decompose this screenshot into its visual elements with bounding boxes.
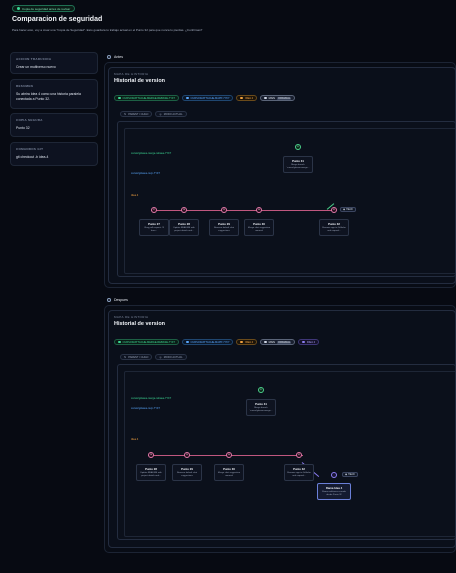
branch-chips: CURSOR/ATTACHE-MERGE-REBASE-7YF7 CURSOR/… xyxy=(114,95,296,101)
branch-chip[interactable]: IDEA 4 xyxy=(236,95,258,101)
branch-dot-icon xyxy=(118,340,121,344)
commit-node-32[interactable]: 32 xyxy=(331,207,337,213)
graph-frame xyxy=(124,128,455,274)
branch-chip[interactable]: CURSOR/ATTACHE-MERGE-REBASE-7YF7 xyxy=(114,339,180,345)
main-branch-line xyxy=(151,210,336,211)
sidebar-card-header: COPIA SEGURA xyxy=(16,118,43,122)
branch-label-idea: Idea 4 xyxy=(131,438,139,441)
commit-card-31[interactable]: Punto 31 Merge branch 'cursor/gitsave-me… xyxy=(283,156,313,173)
commit-node-28[interactable]: 28 xyxy=(148,452,154,458)
commit-card-29[interactable]: Punto 29 Remove default shot suggestions xyxy=(209,219,239,236)
branch-label-mvp: cursor/gitsave-mvp-7YF7 xyxy=(131,172,160,175)
sidebar-card-header: COMANDOS GIT xyxy=(16,147,44,151)
after-label: Despues xyxy=(107,298,128,302)
sidebar-card-git: COMANDOS GIT git checkout -b idea-4 xyxy=(10,142,98,166)
commit-card-27[interactable]: Punto 27 Okay pull request #3 from... xyxy=(139,219,169,236)
map-header: MAPA DE HISTORIA xyxy=(114,315,149,319)
branch-dot-icon xyxy=(302,340,305,344)
commit-node-31[interactable]: 31 xyxy=(258,387,264,393)
circle-icon xyxy=(107,55,111,59)
sidebar-card-action: ACCION TRADUCIDA Crear un multiverso nue… xyxy=(10,52,98,74)
after-graph-canvas[interactable]: cursor/gitsave-merge-rebase-7YF7 cursor/… xyxy=(117,364,456,540)
branch-label-merge: cursor/gitsave-merge-rebase-7YF7 xyxy=(131,152,172,155)
view-controls: ⇅ PARENT / CHILD ◎ MODO ACTUAL xyxy=(120,354,187,360)
commit-card-31[interactable]: Punto 31 Merge branch 'cursor/gitsave-me… xyxy=(246,399,276,416)
sidebar-card-value: git checkout -b idea-4 xyxy=(16,155,49,159)
branch-chip-main[interactable]: MAIN ORIGINAL xyxy=(260,95,296,101)
commit-node-27[interactable]: 27 xyxy=(151,207,157,213)
branch-label-idea: Idea 4 xyxy=(131,194,139,197)
pointer-icon: ◉ xyxy=(343,208,346,211)
commit-card-32[interactable]: Punto 32 Rename app to GitSafer and expan… xyxy=(319,219,349,236)
parent-child-toggle[interactable]: ⇅ PARENT / CHILD xyxy=(120,111,153,117)
commit-node-32[interactable]: 32 xyxy=(296,452,302,458)
branch-dot-icon xyxy=(240,96,243,100)
commit-card-29[interactable]: Punto 29 Remove default shot suggestions xyxy=(172,464,202,481)
commit-card-28[interactable]: Punto 28 Update README with project detai… xyxy=(136,464,166,481)
commit-node-28[interactable]: 28 xyxy=(181,207,187,213)
branch-dot-icon xyxy=(240,340,243,344)
new-branch-card[interactable]: Rama Idea 4 Rama multiverso creada desde… xyxy=(317,483,351,500)
graph-frame xyxy=(124,371,455,537)
before-graph-canvas[interactable]: cursor/gitsave-merge-rebase-7YF7 cursor/… xyxy=(117,121,456,277)
status-dot-icon xyxy=(17,7,20,10)
commit-card-28[interactable]: Punto 28 Update README with project detai… xyxy=(169,219,199,236)
commit-node-31[interactable]: 31 xyxy=(295,144,301,150)
target-icon: ◎ xyxy=(159,355,162,359)
branch-chip-new[interactable]: IDEA 4 xyxy=(298,339,320,345)
branch-chips: CURSOR/ATTACHE-MERGE-REBASE-7YF7 CURSOR/… xyxy=(114,339,320,345)
pointer-icon: ◉ xyxy=(345,473,348,476)
sidebar-card-value: Su abrira Idea 4 como una historia paral… xyxy=(16,92,81,101)
arrows-icon: ⇅ xyxy=(124,355,127,359)
branch-dot-icon xyxy=(186,96,189,100)
history-title: Historial de version xyxy=(114,78,166,84)
branch-chip[interactable]: CURSOR/ATTACHE-MERGE-REBASE-7YF7 xyxy=(114,95,180,101)
branch-dot-icon xyxy=(186,340,189,344)
before-label: Antes xyxy=(107,55,123,59)
sidebar-card-header: ACCION TRADUCIDA xyxy=(16,57,52,61)
branch-chip[interactable]: IDEA 4 xyxy=(236,339,258,345)
sidebar-card-value: Crear un multiverso nuevo xyxy=(16,65,56,69)
sidebar-card-summary: RESUMEN Su abrira Idea 4 como una histor… xyxy=(10,79,98,109)
commit-node-30[interactable]: 30 xyxy=(226,452,232,458)
map-header: MAPA DE HISTORIA xyxy=(114,72,149,76)
commit-card-30[interactable]: Punto 30 Merge shot suggestion removal xyxy=(214,464,244,481)
commit-node-30[interactable]: 30 xyxy=(256,207,262,213)
current-mode-toggle[interactable]: ◎ MODO ACTUAL xyxy=(155,354,187,360)
current-mode-toggle[interactable]: ◎ MODO ACTUAL xyxy=(155,111,187,117)
page-description: Para hacer esto, voy a crear una "Copia … xyxy=(12,28,203,32)
arrows-icon: ⇅ xyxy=(124,112,127,116)
branch-dot-icon xyxy=(118,96,121,100)
history-title: Historial de version xyxy=(114,321,166,327)
head-tag: ◉ HEAD xyxy=(340,207,356,212)
branch-dot-icon xyxy=(264,96,267,100)
backup-badge: Copia de seguridad antes de revisar xyxy=(12,5,76,12)
head-tag: ◉ HEAD xyxy=(342,472,358,477)
branch-label-mvp: cursor/gitsave-mvp-7YF7 xyxy=(131,407,160,410)
sidebar-card-value: Punto 32 xyxy=(16,126,30,130)
commit-card-32[interactable]: Punto 32 Rename app to GitSafer and expan… xyxy=(284,464,314,481)
sidebar-card-header: RESUMEN xyxy=(16,84,34,88)
parent-child-toggle[interactable]: ⇅ PARENT / CHILD xyxy=(120,354,153,360)
view-controls: ⇅ PARENT / CHILD ◎ MODO ACTUAL xyxy=(120,111,187,117)
branch-chip[interactable]: CURSOR/ATTACHE-MAPP-7YF7 xyxy=(182,339,234,345)
branch-chip[interactable]: CURSOR/ATTACHE-MAPP-7YF7 xyxy=(182,95,234,101)
branch-label-merge: cursor/gitsave-merge-rebase-7YF7 xyxy=(131,397,172,400)
commit-card-30[interactable]: Punto 30 Merge shot suggestion removal xyxy=(244,219,274,236)
page-title: Comparacion de seguridad xyxy=(12,16,103,23)
circle-icon xyxy=(107,298,111,302)
sidebar-card-backup: COPIA SEGURA Punto 32 xyxy=(10,113,98,137)
commit-node-29[interactable]: 29 xyxy=(184,452,190,458)
branch-chip-main[interactable]: MAIN ORIGINAL xyxy=(260,339,296,345)
commit-node-29[interactable]: 29 xyxy=(221,207,227,213)
branch-dot-icon xyxy=(264,340,267,344)
target-icon: ◎ xyxy=(159,112,162,116)
commit-node-new[interactable] xyxy=(331,472,337,478)
